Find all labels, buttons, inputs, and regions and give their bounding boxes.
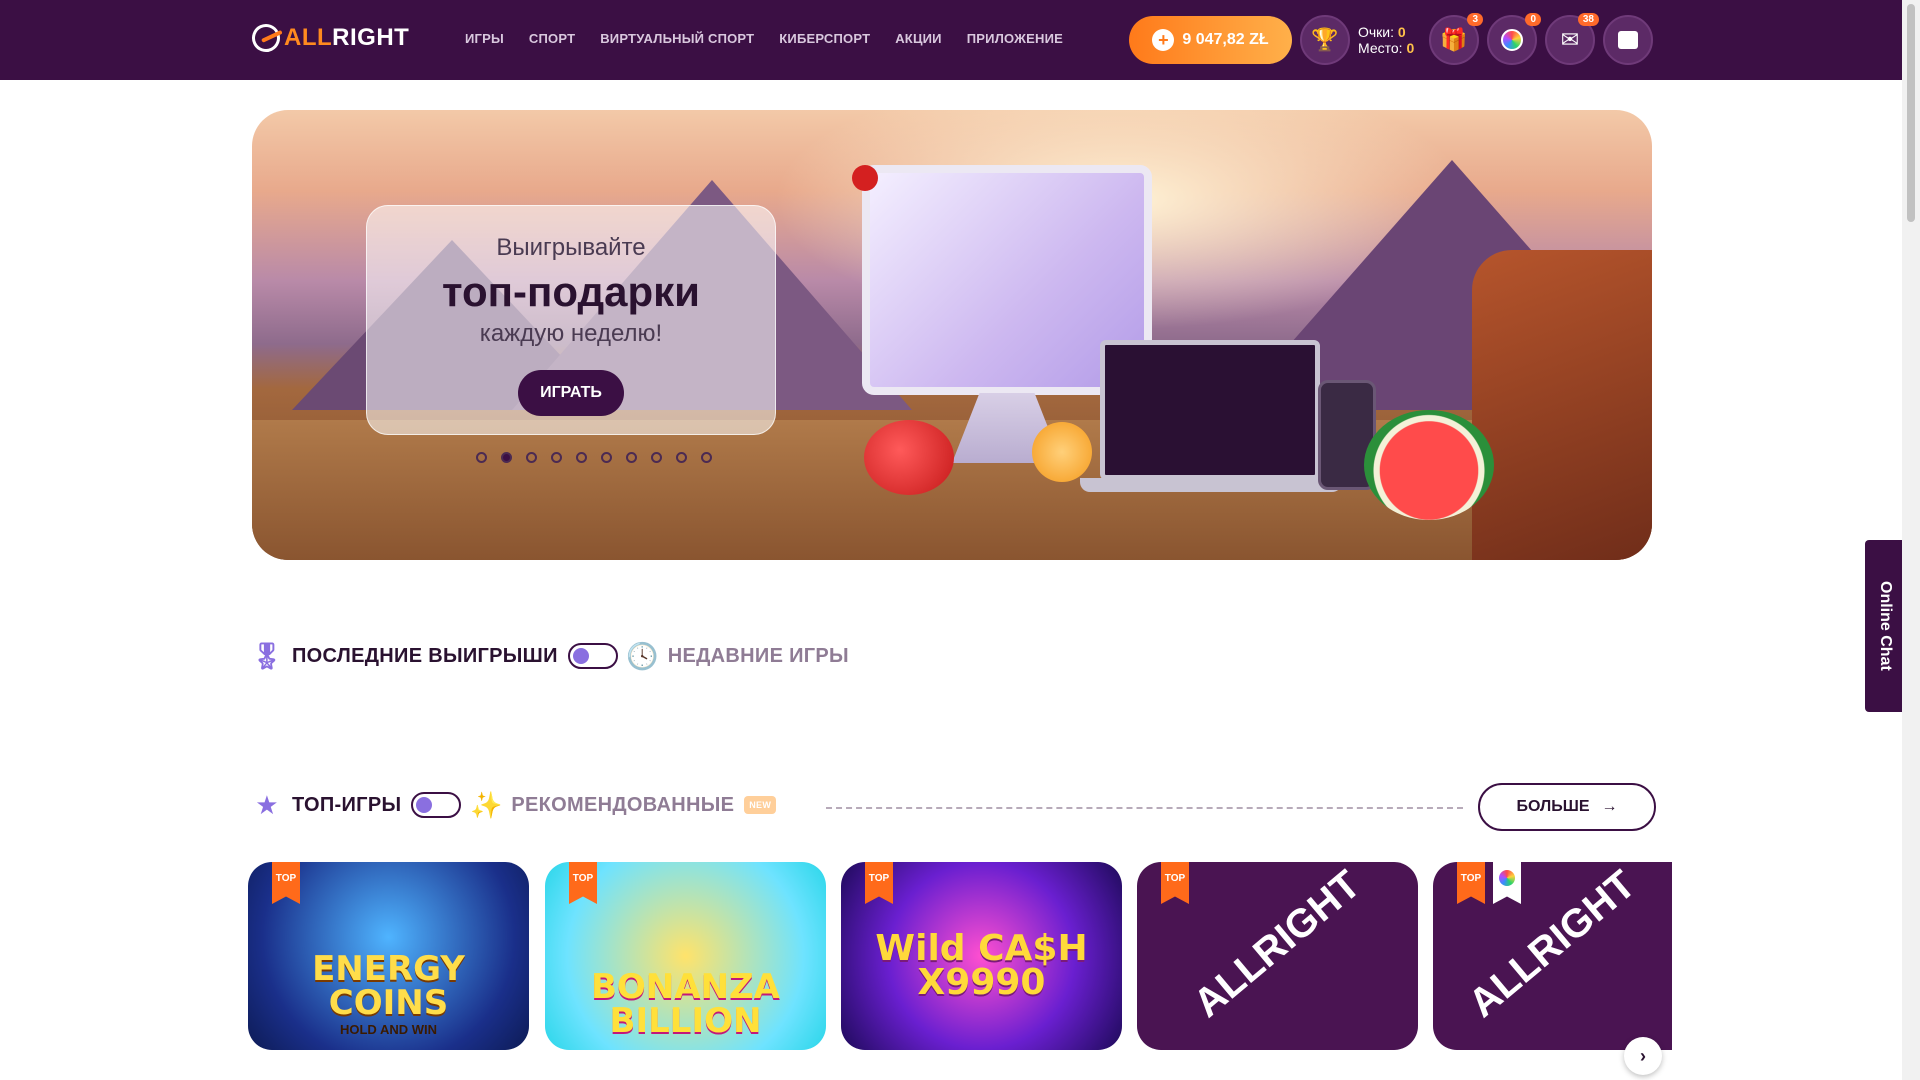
- top-badge: TOP: [1457, 862, 1485, 904]
- magic-wand-icon: ✨: [470, 789, 503, 820]
- game-subtitle: HOLD AND WIN: [339, 1022, 437, 1037]
- tab-recent-games[interactable]: НЕДАВНИЕ ИГРЫ: [668, 645, 849, 668]
- new-badge: NEW: [744, 796, 777, 814]
- more-button-label: БОЛЬШЕ: [1516, 798, 1590, 815]
- game-card[interactable]: BONANZA BILLION TOP: [545, 862, 826, 1050]
- game-title: Wild CA$H X9990: [875, 928, 1088, 1003]
- nav-games[interactable]: ИГРЫ: [465, 31, 504, 46]
- promo-banner[interactable]: Выигрывайте топ-подарки каждую неделю! И…: [252, 110, 1652, 560]
- gifts-button[interactable]: 🎁 3: [1429, 13, 1483, 65]
- place-value: 0: [1406, 40, 1415, 56]
- logo[interactable]: ALLRIGHT: [247, 19, 410, 57]
- logo-text-all: ALL: [284, 24, 333, 51]
- tab-top-games[interactable]: ТОП-ИГРЫ: [292, 794, 401, 817]
- score-value: 0: [1397, 24, 1406, 40]
- nav-app[interactable]: ПРИЛОЖЕНИЕ: [967, 31, 1063, 46]
- page-scrollbar[interactable]: [1902, 0, 1920, 1080]
- nav-sport[interactable]: СПОРТ: [529, 31, 575, 46]
- top-header: ALLRIGHT ИГРЫ СПОРТ ВИРТУАЛЬНЫЙ СПОРТ КИ…: [0, 0, 1902, 80]
- trophy-icon: 🏆: [1311, 27, 1339, 52]
- gift-icon: 🎁: [1440, 27, 1468, 52]
- mail-count-badge: 38: [1577, 13, 1599, 26]
- slider-dot[interactable]: [676, 452, 687, 463]
- slider-dot[interactable]: [626, 452, 637, 463]
- more-button[interactable]: БОЛЬШЕ →: [1478, 783, 1656, 831]
- gift-count-badge: 3: [1467, 13, 1483, 26]
- top-badge: TOP: [865, 862, 893, 904]
- top-badge: TOP: [1161, 862, 1189, 904]
- clock-icon: 🕓: [626, 640, 660, 671]
- game-title: ENERGY COINS: [312, 949, 465, 1023]
- allright-logo-placeholder: ALLRIGHT: [1185, 862, 1369, 1026]
- slider-dot[interactable]: [576, 452, 587, 463]
- chevron-right-icon: ›: [1640, 1045, 1646, 1066]
- slider-dots: [476, 452, 712, 463]
- game-card[interactable]: Wild CA$H X9990 TOP: [841, 862, 1122, 1050]
- slider-dot[interactable]: [476, 452, 487, 463]
- deposit-balance-button[interactable]: + 9 047,82 ZŁ: [1129, 16, 1292, 64]
- wheel-badge-icon: [1493, 862, 1521, 904]
- messages-button[interactable]: ✉ 38: [1545, 13, 1599, 65]
- nav-promotions[interactable]: АКЦИИ: [895, 31, 942, 46]
- slider-dot[interactable]: [651, 452, 662, 463]
- pepper-image: [864, 420, 954, 495]
- profile-button[interactable]: [1603, 15, 1653, 65]
- mail-icon: ✉: [1560, 27, 1580, 52]
- tournament-score: Очки: 0 Место: 0: [1358, 24, 1414, 56]
- play-button[interactable]: ИГРАТЬ: [518, 370, 624, 416]
- place-label: Место:: [1358, 40, 1403, 56]
- game-title: BONANZA BILLION: [590, 967, 780, 1041]
- games-carousel: ENERGY COINS HOLD AND WIN TOP BONANZA BI…: [248, 862, 1672, 1050]
- wheel-icon: [1501, 29, 1523, 51]
- promo-headline: топ-подарки: [441, 268, 700, 315]
- promo-line-1: Выигрывайте: [496, 234, 646, 261]
- tab-recommended[interactable]: РЕКОМЕНДОВАННЫЕ: [511, 794, 734, 817]
- game-card[interactable]: ALLRIGHT TOP: [1137, 862, 1418, 1050]
- tab-last-wins[interactable]: ПОСЛЕДНИЕ ВЫИГРЫШИ: [292, 645, 558, 668]
- online-chat-label: Online Chat: [1877, 581, 1894, 671]
- carousel-next-button[interactable]: ›: [1624, 1037, 1662, 1075]
- logo-text-right: RIGHT: [332, 24, 410, 51]
- game-card[interactable]: ALLRIGHT TOP: [1433, 862, 1672, 1050]
- cherry-image: [852, 165, 878, 191]
- slider-dot[interactable]: [601, 452, 612, 463]
- nav-esports[interactable]: КИБЕРСПОРТ: [779, 31, 870, 46]
- profile-icon: [1618, 31, 1638, 49]
- star-icon: ★: [255, 789, 279, 820]
- wins-section-header: 🎖 ПОСЛЕДНИЕ ВЫИГРЫШИ 🕓 НЕДАВНИЕ ИГРЫ: [250, 640, 849, 671]
- balance-amount: 9 047,82 ZŁ: [1182, 31, 1269, 48]
- wheel-count-badge: 0: [1525, 13, 1541, 26]
- online-chat-tab[interactable]: Online Chat: [1865, 540, 1905, 712]
- nav-virtual-sport[interactable]: ВИРТУАЛЬНЫЙ СПОРТ: [600, 31, 754, 46]
- game-card[interactable]: ENERGY COINS HOLD AND WIN TOP: [248, 862, 529, 1050]
- orange-image: [1032, 422, 1092, 482]
- games-section-header: ★ ТОП-ИГРЫ ✨ РЕКОМЕНДОВАННЫЕ NEW: [252, 789, 777, 820]
- slider-dot[interactable]: [526, 452, 537, 463]
- slider-dot-active[interactable]: [501, 452, 512, 463]
- top-badge: TOP: [569, 862, 597, 904]
- medal-icon: 🎖: [250, 640, 284, 671]
- logo-icon: [247, 19, 285, 57]
- divider: [826, 807, 1463, 809]
- wins-toggle[interactable]: [567, 643, 618, 669]
- main-nav: ИГРЫ СПОРТ ВИРТУАЛЬНЫЙ СПОРТ КИБЕРСПОРТ …: [465, 31, 1063, 46]
- arrow-right-icon: →: [1601, 798, 1618, 815]
- promo-line-3: каждую неделю!: [479, 320, 663, 347]
- plus-icon: +: [1152, 29, 1175, 51]
- watermelon-image: [1364, 410, 1494, 520]
- slider-dot[interactable]: [551, 452, 562, 463]
- laptop-image: [1100, 340, 1320, 480]
- score-label: Очки:: [1358, 24, 1395, 40]
- slider-dot[interactable]: [701, 452, 712, 463]
- tournament-button[interactable]: 🏆: [1300, 15, 1350, 65]
- top-badge: TOP: [272, 862, 300, 904]
- scrollbar-thumb[interactable]: [1907, 4, 1915, 222]
- games-toggle[interactable]: [411, 792, 462, 818]
- promo-card: Выигрывайте топ-подарки каждую неделю! И…: [366, 205, 776, 435]
- wheel-button[interactable]: 0: [1487, 13, 1541, 65]
